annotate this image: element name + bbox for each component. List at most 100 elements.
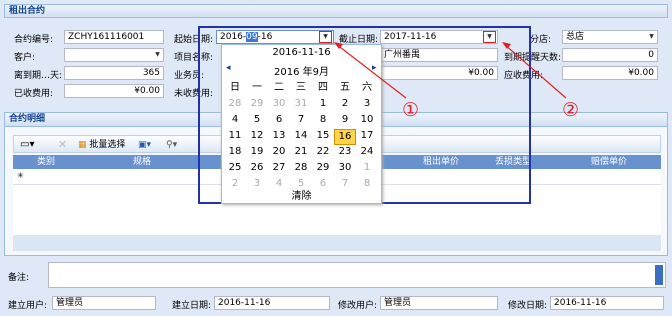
customer-chevron-down-icon: ▼ [155,51,160,58]
received-input[interactable]: ¥0.00 [64,84,164,98]
calendar-grid: 日一二三四五六 28 29 30 31 1 2 3 4 5 6 7 8 9 10 11 12 13 14 15 16 17… [224,81,381,189]
calendar-day[interactable]: 11 [224,129,246,143]
calendar-day[interactable]: 7 [290,113,312,127]
calendar-day[interactable]: 6 [268,113,290,127]
end-date-input[interactable]: 2017-11-16 ▼ [380,30,498,44]
calendar-day[interactable]: 8 [312,113,334,127]
days-left-input[interactable]: 365 [64,66,164,80]
weekday-header: 五 [340,82,350,93]
remind-days-label: 到期提醒天数: [504,53,562,63]
start-date-input[interactable]: 2016-09-16 ▼ [216,30,334,44]
remark-scrollbar[interactable] [655,265,663,285]
calendar-day[interactable]: 29 [312,161,334,175]
start-date-day: -16 [257,32,273,42]
search-icon[interactable]: ⚲▾ [166,136,177,154]
start-date-year: 2016- [220,32,247,42]
create-date-input[interactable]: 2016-11-16 [214,296,330,310]
delete-icon[interactable]: ✕ [58,136,67,154]
calendar-day[interactable]: 30 [268,97,290,111]
col-compensation[interactable]: 赔偿单价 [585,155,627,169]
days-left-label: 离到期…天: [14,71,63,81]
modify-date-label: 修改日期: [508,301,548,311]
calendar-day[interactable]: 28 [290,161,312,175]
calendar-day[interactable]: 18 [224,145,246,159]
contract-no-label: 合约编号: [14,35,54,45]
calendar-day[interactable]: 29 [246,97,268,111]
start-date-month-selected: 09 [246,32,258,42]
received-label: 已收费用: [14,89,54,99]
new-doc-icon[interactable]: ▭▾ [20,136,34,154]
calendar-day[interactable]: 15 [312,129,334,143]
batch-select-label: 批量选择 [89,140,126,150]
annotation-1: ① [402,99,420,121]
customer-select[interactable]: ▼ [64,48,164,62]
create-user-input[interactable]: 管理员 [52,296,156,310]
calendar-day[interactable]: 10 [356,113,378,127]
calendar-day[interactable]: 30 [334,161,356,175]
calendar-day-selected[interactable]: 16 [334,129,356,145]
create-user-label: 建立用户: [8,301,48,311]
calendar-day[interactable]: 3 [356,97,378,111]
col-loss-type[interactable]: 丢损类型 [489,155,531,169]
calendar-day[interactable]: 23 [334,145,356,159]
weekday-header: 一 [252,82,262,93]
calendar-day[interactable]: 28 [224,97,246,111]
batch-select-button[interactable]: ▦ 批量选择 [78,136,125,154]
col-rent-price[interactable]: 租出单价 [417,155,459,169]
next-month-icon[interactable]: ▸ [372,63,377,73]
modify-user-label: 修改用户: [338,301,378,311]
calendar-day[interactable]: 24 [356,145,378,159]
save-icon[interactable]: ▣▾ [138,136,151,154]
calendar-day[interactable]: 20 [268,145,290,159]
calendar-day[interactable]: 27 [268,161,290,175]
today-link[interactable]: 2016-11-16 [222,47,381,58]
modify-date-input[interactable]: 2016-11-16 [550,296,664,310]
month-title[interactable]: 2016 年9月 [222,63,381,78]
calendar-day[interactable]: 21 [290,145,312,159]
remark-label: 备注: [8,273,30,283]
clear-button[interactable]: 清除 [222,187,381,202]
calendar-day[interactable]: 1 [312,97,334,111]
branch-value: 总店 [566,32,585,42]
start-date-label: 起始日期: [174,35,214,45]
calendar-day[interactable]: 26 [246,161,268,175]
modify-user-input[interactable]: 管理员 [380,296,498,310]
col-spec[interactable]: 规格 [127,155,151,169]
calendar-day[interactable]: 14 [290,129,312,143]
calendar-day[interactable]: 22 [312,145,334,159]
remind-days-input[interactable]: 0 [562,48,658,62]
calendar-day[interactable]: 1 [356,161,378,175]
receivable-input[interactable]: ¥0.00 [562,66,658,80]
end-date-dropdown-icon[interactable]: ▼ [483,31,496,43]
calendar-day[interactable]: 9 [334,113,356,127]
customer-label: 客户: [14,53,36,63]
calendar-day[interactable]: 13 [268,129,290,143]
weekday-header: 三 [296,82,306,93]
salesman-label: 业务员: [174,71,205,81]
col-category[interactable]: 类别 [31,155,55,169]
calendar-day[interactable]: 4 [224,113,246,127]
date-picker-popup: 2016-11-16 ◂ 2016 年9月 ▸ 日一二三四五六 28 29 30 31 1… [221,44,382,204]
branch-select[interactable]: 总店 ▼ [562,30,658,44]
weekday-header: 二 [274,82,284,93]
grid-footer [13,235,661,251]
fee-input[interactable]: ¥0.00 [380,66,498,80]
contract-no-input[interactable]: ZCHY161116001 [64,30,164,44]
calendar-day[interactable]: 31 [290,97,312,111]
contract-panel-title: 租出合约 [4,4,668,18]
project-input[interactable]: 广州番禺 [380,48,498,62]
calendar-day[interactable]: 17 [356,129,378,143]
calendar-day[interactable]: 2 [334,97,356,111]
weekday-header: 六 [362,82,372,93]
calendar-day[interactable]: 5 [246,113,268,127]
calendar-day[interactable]: 12 [246,129,268,143]
create-date-label: 建立日期: [172,301,212,311]
branch-label: 分店: [530,35,552,45]
calendar-day[interactable]: 19 [246,145,268,159]
weekday-header: 日 [230,82,240,93]
start-date-dropdown-icon[interactable]: ▼ [319,31,332,43]
calendar-day[interactable]: 25 [224,161,246,175]
unreceived-label: 未收费用: [174,89,214,99]
project-label: 项目名称: [174,53,214,63]
remark-textarea[interactable] [48,262,666,288]
